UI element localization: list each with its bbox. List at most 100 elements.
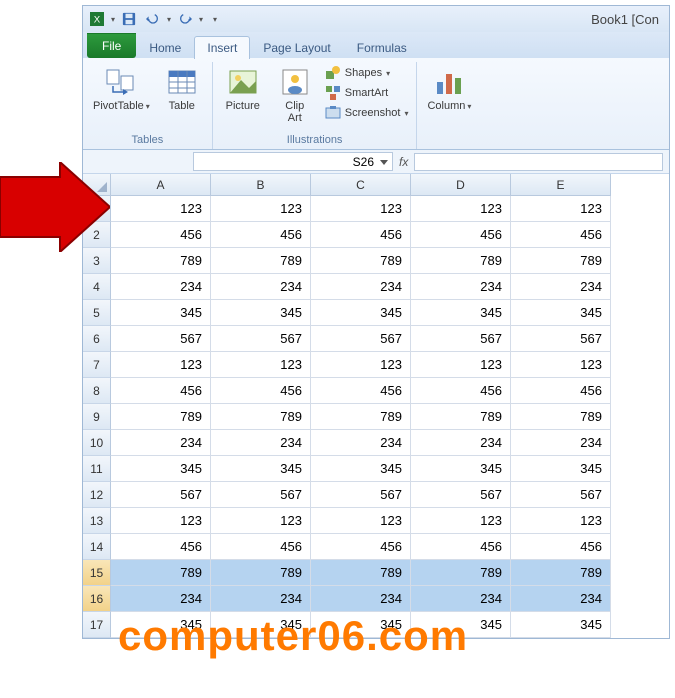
cell[interactable]: 123 bbox=[211, 352, 311, 378]
cell[interactable]: 456 bbox=[511, 222, 611, 248]
cell[interactable]: 234 bbox=[111, 586, 211, 612]
column-header[interactable]: E bbox=[511, 174, 611, 196]
column-header[interactable]: C bbox=[311, 174, 411, 196]
name-box[interactable]: S26 bbox=[193, 152, 393, 171]
column-header[interactable]: A bbox=[111, 174, 211, 196]
app-menu-caret[interactable]: ▾ bbox=[111, 15, 115, 24]
cell[interactable]: 345 bbox=[311, 300, 411, 326]
cell[interactable]: 345 bbox=[111, 300, 211, 326]
redo-icon[interactable] bbox=[175, 9, 195, 29]
table-button[interactable]: Table bbox=[158, 64, 206, 133]
cell[interactable]: 789 bbox=[111, 248, 211, 274]
cell[interactable]: 234 bbox=[411, 430, 511, 456]
cell[interactable]: 234 bbox=[511, 430, 611, 456]
row-header[interactable]: 17 bbox=[83, 612, 111, 638]
row-header[interactable]: 6 bbox=[83, 326, 111, 352]
cell[interactable]: 345 bbox=[111, 456, 211, 482]
tab-page-layout[interactable]: Page Layout bbox=[250, 36, 343, 59]
cell[interactable]: 123 bbox=[511, 508, 611, 534]
clipart-button[interactable]: Clip Art bbox=[271, 64, 319, 133]
tab-file[interactable]: File bbox=[87, 33, 136, 58]
cell[interactable]: 789 bbox=[211, 404, 311, 430]
qat-customize-caret[interactable]: ▾ bbox=[213, 15, 217, 24]
cell[interactable]: 567 bbox=[311, 326, 411, 352]
row-header[interactable]: 12 bbox=[83, 482, 111, 508]
cell[interactable]: 123 bbox=[411, 352, 511, 378]
cell[interactable]: 456 bbox=[311, 222, 411, 248]
row-header[interactable]: 4 bbox=[83, 274, 111, 300]
cell[interactable]: 567 bbox=[411, 482, 511, 508]
cell[interactable]: 789 bbox=[211, 560, 311, 586]
cell[interactable]: 567 bbox=[511, 482, 611, 508]
cell[interactable]: 123 bbox=[111, 352, 211, 378]
cell[interactable]: 567 bbox=[311, 482, 411, 508]
row-header[interactable]: 15 bbox=[83, 560, 111, 586]
row-header[interactable]: 16 bbox=[83, 586, 111, 612]
cell[interactable]: 345 bbox=[511, 300, 611, 326]
cell[interactable]: 345 bbox=[511, 612, 611, 638]
cell[interactable]: 234 bbox=[411, 274, 511, 300]
cell[interactable]: 345 bbox=[211, 456, 311, 482]
cell[interactable]: 789 bbox=[411, 404, 511, 430]
tab-formulas[interactable]: Formulas bbox=[344, 36, 420, 59]
cell[interactable]: 456 bbox=[411, 534, 511, 560]
cell[interactable]: 789 bbox=[311, 560, 411, 586]
cell[interactable]: 789 bbox=[511, 404, 611, 430]
row-header[interactable]: 7 bbox=[83, 352, 111, 378]
cell[interactable]: 567 bbox=[411, 326, 511, 352]
cell[interactable]: 123 bbox=[511, 352, 611, 378]
cell[interactable]: 123 bbox=[311, 352, 411, 378]
cell[interactable]: 123 bbox=[211, 508, 311, 534]
cell[interactable]: 123 bbox=[311, 508, 411, 534]
save-icon[interactable] bbox=[119, 9, 139, 29]
cell[interactable]: 789 bbox=[111, 560, 211, 586]
cell[interactable]: 123 bbox=[411, 196, 511, 222]
undo-caret[interactable]: ▾ bbox=[167, 15, 171, 24]
cell[interactable]: 234 bbox=[511, 274, 611, 300]
tab-insert[interactable]: Insert bbox=[194, 36, 250, 59]
cell[interactable]: 234 bbox=[311, 430, 411, 456]
redo-caret[interactable]: ▾ bbox=[199, 15, 203, 24]
cell[interactable]: 789 bbox=[511, 560, 611, 586]
cell[interactable]: 789 bbox=[311, 404, 411, 430]
row-header[interactable]: 10 bbox=[83, 430, 111, 456]
shapes-button[interactable]: Shapes ▾ bbox=[323, 64, 411, 82]
cell[interactable]: 345 bbox=[311, 456, 411, 482]
cell[interactable]: 234 bbox=[211, 586, 311, 612]
cell[interactable]: 234 bbox=[211, 274, 311, 300]
cell[interactable]: 567 bbox=[211, 482, 311, 508]
cell[interactable]: 456 bbox=[311, 534, 411, 560]
cell[interactable]: 456 bbox=[211, 222, 311, 248]
fx-icon[interactable]: fx bbox=[399, 155, 408, 169]
cell[interactable]: 123 bbox=[411, 508, 511, 534]
cell[interactable]: 234 bbox=[211, 430, 311, 456]
row-header[interactable]: 14 bbox=[83, 534, 111, 560]
cell[interactable]: 456 bbox=[411, 222, 511, 248]
cell[interactable]: 345 bbox=[411, 456, 511, 482]
smartart-button[interactable]: SmartArt bbox=[323, 84, 411, 102]
cell[interactable]: 345 bbox=[211, 300, 311, 326]
cell[interactable]: 789 bbox=[511, 248, 611, 274]
cell[interactable]: 345 bbox=[411, 300, 511, 326]
cell[interactable]: 234 bbox=[311, 586, 411, 612]
cell[interactable]: 789 bbox=[211, 248, 311, 274]
cell[interactable]: 567 bbox=[111, 326, 211, 352]
cell[interactable]: 123 bbox=[511, 196, 611, 222]
column-header[interactable]: D bbox=[411, 174, 511, 196]
screenshot-button[interactable]: Screenshot ▾ bbox=[323, 104, 411, 122]
cell[interactable]: 456 bbox=[411, 378, 511, 404]
cell[interactable]: 123 bbox=[111, 196, 211, 222]
cell[interactable]: 456 bbox=[111, 378, 211, 404]
cell[interactable]: 234 bbox=[311, 274, 411, 300]
cell[interactable]: 456 bbox=[111, 534, 211, 560]
cell[interactable]: 234 bbox=[411, 586, 511, 612]
formula-bar[interactable] bbox=[414, 153, 663, 171]
cell[interactable]: 123 bbox=[211, 196, 311, 222]
cell[interactable]: 789 bbox=[411, 560, 511, 586]
cell[interactable]: 567 bbox=[211, 326, 311, 352]
cell[interactable]: 567 bbox=[111, 482, 211, 508]
cell[interactable]: 123 bbox=[311, 196, 411, 222]
cell[interactable]: 789 bbox=[311, 248, 411, 274]
row-header[interactable]: 9 bbox=[83, 404, 111, 430]
tab-home[interactable]: Home bbox=[136, 36, 194, 59]
